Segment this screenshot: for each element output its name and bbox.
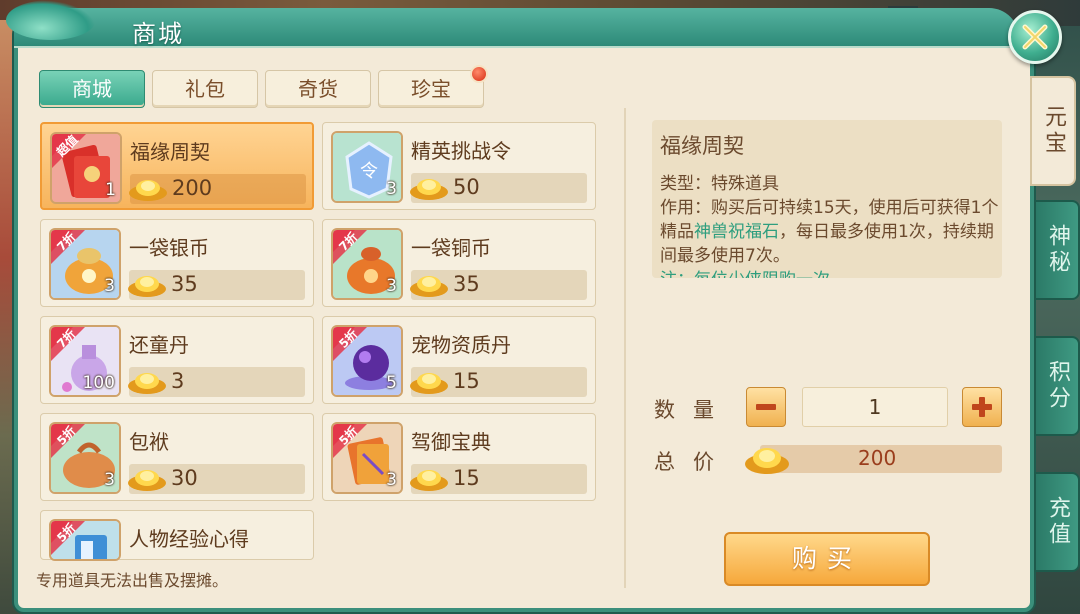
- discount-badge: 5折: [51, 424, 85, 458]
- item-price-bar: 30: [128, 464, 305, 494]
- close-button[interactable]: [1008, 10, 1062, 64]
- gold-ingot-icon: [410, 470, 448, 491]
- gold-ingot-icon: [129, 180, 167, 201]
- item-name: 还童丹: [129, 333, 189, 357]
- item-icon-frame: 5折: [49, 519, 121, 561]
- item-card[interactable]: 5折 3 驾御宝典 15: [322, 413, 596, 501]
- item-description: 福缘周契 类型：特殊道具 作用：购买后可持续15天，使用后可获得1个精品神兽祝福…: [652, 120, 1002, 278]
- item-quantity: 1: [105, 180, 116, 200]
- item-card[interactable]: 7折 3 一袋银币 35: [40, 219, 314, 307]
- item-card[interactable]: 5折 5 宠物资质丹 15: [322, 316, 596, 404]
- discount-badge: 7折: [333, 230, 367, 264]
- effect-highlight: 神兽祝福石: [694, 222, 779, 242]
- item-price-bar: 35: [410, 270, 587, 300]
- gold-ingot-icon: [128, 276, 166, 297]
- item-card[interactable]: 7折 3 一袋铜币 35: [322, 219, 596, 307]
- item-quantity: 3: [386, 179, 397, 199]
- minus-icon: [756, 404, 776, 410]
- increase-button[interactable]: [962, 387, 1002, 427]
- item-price: 200: [172, 176, 213, 200]
- item-card[interactable]: 5折 3 包袱 30: [40, 413, 314, 501]
- item-price-bar: 15: [410, 367, 587, 397]
- discount-badge: 7折: [51, 230, 85, 264]
- item-name: 包袱: [129, 430, 169, 454]
- page-title: 商城: [132, 20, 184, 48]
- gold-ingot-icon: [410, 179, 448, 200]
- item-price-bar: 3: [128, 367, 305, 397]
- quantity-label: 数量: [654, 398, 732, 422]
- item-price-bar: 15: [410, 464, 587, 494]
- item-name: 一袋银币: [129, 236, 209, 260]
- side-tab-mystery[interactable]: 神秘: [1034, 200, 1080, 300]
- item-name: 驾御宝典: [411, 430, 491, 454]
- description-title: 福缘周契: [660, 134, 744, 158]
- tab-rare-goods[interactable]: 奇货: [265, 70, 371, 108]
- item-price: 35: [453, 272, 480, 296]
- plus-icon: [972, 397, 992, 417]
- side-tab-yuanbao[interactable]: 元宝: [1030, 76, 1076, 186]
- tab-shop[interactable]: 商城: [39, 70, 145, 108]
- item-price-bar: 50: [410, 173, 587, 203]
- item-price: 15: [453, 466, 480, 490]
- item-card[interactable]: 超值 1 福缘周契 200: [40, 122, 314, 210]
- close-icon: [1022, 24, 1048, 50]
- description-effect: 作用：购买后可持续15天，使用后可获得1个精品神兽祝福石，每日最多使用1次，持续…: [660, 196, 1000, 268]
- tab-treasure[interactable]: 珍宝: [378, 70, 484, 108]
- description-note: 注：每位少侠限购一次: [660, 268, 1000, 278]
- side-tab-recharge[interactable]: 充值: [1034, 472, 1080, 572]
- item-price: 35: [171, 272, 198, 296]
- buy-button[interactable]: 购买: [724, 532, 930, 586]
- panel-divider: [624, 108, 626, 588]
- item-quantity: 3: [386, 470, 397, 490]
- notification-dot: [470, 65, 488, 83]
- tab-gift-pack[interactable]: 礼包: [152, 70, 258, 108]
- gold-ingot-icon: [128, 373, 166, 394]
- item-name: 一袋铜币: [411, 236, 491, 260]
- item-price: 30: [171, 466, 198, 490]
- svg-text:令: 令: [360, 161, 378, 182]
- item-icon-frame: 7折 3: [331, 228, 403, 300]
- item-quantity: 3: [386, 276, 397, 296]
- item-icon-frame: 超值 1: [50, 132, 122, 204]
- description-body: 类型：特殊道具 作用：购买后可持续15天，使用后可获得1个精品神兽祝福石，每日最…: [660, 172, 1000, 278]
- item-name: 福缘周契: [130, 140, 210, 164]
- item-icon-frame: 5折 3: [331, 422, 403, 494]
- total-price: 200: [858, 446, 897, 470]
- description-type: 类型：特殊道具: [660, 174, 779, 194]
- discount-badge: 5折: [333, 327, 367, 361]
- footer-note: 专用道具无法出售及摆摊。: [36, 571, 229, 590]
- item-price-bar: 200: [129, 174, 306, 204]
- item-icon-frame: 7折 100: [49, 325, 121, 397]
- item-card[interactable]: 令 3 精英挑战令 50: [322, 122, 596, 210]
- item-quantity: 3: [104, 470, 115, 490]
- item-card[interactable]: 5折 人物经验心得: [40, 510, 314, 561]
- item-quantity: 3: [104, 276, 115, 296]
- discount-badge: 超值: [52, 134, 86, 168]
- item-name: 人物经验心得: [129, 527, 249, 551]
- item-quantity: 100: [82, 373, 115, 393]
- gold-ingot-icon: [410, 373, 448, 394]
- item-card[interactable]: 7折 100 还童丹 3: [40, 316, 314, 404]
- total-label: 总价: [654, 450, 732, 474]
- item-price-bar: 35: [128, 270, 305, 300]
- item-icon-frame: 5折 3: [49, 422, 121, 494]
- item-name: 宠物资质丹: [411, 333, 511, 357]
- item-price: 15: [453, 369, 480, 393]
- item-name: 精英挑战令: [411, 139, 511, 163]
- item-icon-frame: 7折 3: [49, 228, 121, 300]
- item-icon-frame: 令3: [331, 131, 403, 203]
- decrease-button[interactable]: [746, 387, 786, 427]
- gold-ingot-icon: [745, 448, 789, 474]
- discount-badge: 5折: [51, 521, 85, 555]
- side-tab-points[interactable]: 积分: [1034, 336, 1080, 436]
- gold-ingot-icon: [410, 276, 448, 297]
- quantity-input[interactable]: 1: [802, 387, 948, 427]
- item-price: 50: [453, 175, 480, 199]
- gold-ingot-icon: [128, 470, 166, 491]
- item-price: 3: [171, 369, 185, 393]
- discount-badge: 7折: [51, 327, 85, 361]
- item-icon-frame: 5折 5: [331, 325, 403, 397]
- discount-badge: 5折: [333, 424, 367, 458]
- item-quantity: 5: [386, 373, 397, 393]
